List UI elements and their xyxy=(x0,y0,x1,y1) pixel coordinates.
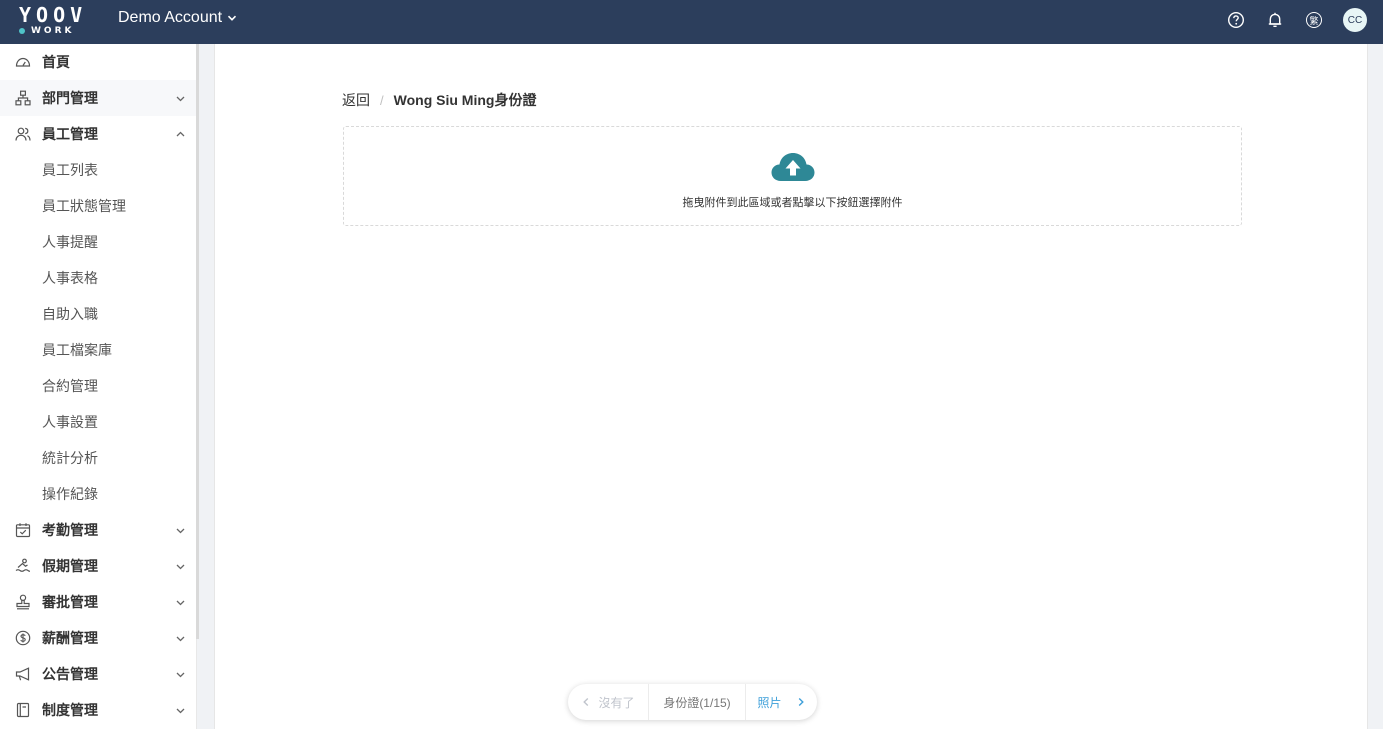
page-title: Wong Siu Ming身份證 xyxy=(393,92,537,108)
sidebar-subitem-hr-reminder[interactable]: 人事提醒 xyxy=(0,224,196,260)
org-chart-icon xyxy=(15,90,31,106)
language-button[interactable]: 繁 xyxy=(1304,10,1324,30)
upload-hint: 拖曳附件到此區域或者點擊以下按鈕選擇附件 xyxy=(682,197,903,209)
sidebar-subitem-contracts[interactable]: 合約管理 xyxy=(0,368,196,404)
dollar-circle-icon xyxy=(15,630,31,646)
next-label: 照片 xyxy=(757,695,782,710)
stamp-icon xyxy=(15,594,31,610)
sidebar-item-payroll[interactable]: 薪酬管理 xyxy=(0,620,196,656)
chevron-down-icon xyxy=(176,564,185,570)
dashboard-icon xyxy=(15,54,31,70)
pager-current: 身份證(1/15) xyxy=(649,684,746,720)
breadcrumb-separator: / xyxy=(380,92,384,108)
sidebar: 首頁 部門管理 員工管理 員工列表 員工狀態管理 人事提醒 人事表格 自助入職 … xyxy=(0,44,197,729)
help-button[interactable] xyxy=(1226,10,1246,30)
sidebar-subitem-label: 人事提醒 xyxy=(42,234,98,250)
avatar[interactable]: CC xyxy=(1343,8,1367,32)
notification-button[interactable] xyxy=(1265,10,1285,30)
logo-dot xyxy=(19,28,25,34)
sidebar-item-label: 部門管理 xyxy=(42,90,98,106)
account-name: Demo Account xyxy=(118,9,223,26)
sidebar-subitem-label: 人事設置 xyxy=(42,414,98,430)
upload-dropzone[interactable]: 拖曳附件到此區域或者點擊以下按鈕選擇附件 xyxy=(343,126,1242,226)
prev-button[interactable]: 沒有了 xyxy=(568,684,649,720)
sidebar-subitem-self-onboarding[interactable]: 自助入職 xyxy=(0,296,196,332)
calendar-check-icon xyxy=(15,522,31,538)
chevron-down-icon xyxy=(176,528,185,534)
top-icons: 繁 CC xyxy=(1207,8,1367,32)
sidebar-item-leave[interactable]: 假期管理 xyxy=(0,548,196,584)
sidebar-item-notice[interactable]: 公告管理 xyxy=(0,656,196,692)
sidebar-item-attendance[interactable]: 考勤管理 xyxy=(0,512,196,548)
sidebar-item-label: 員工管理 xyxy=(42,126,98,142)
logo-bottom-text: WORK xyxy=(31,26,75,36)
chevron-down-icon xyxy=(176,708,185,714)
sidebar-subitem-label: 自助入職 xyxy=(42,306,98,322)
chevron-left-icon xyxy=(583,697,589,707)
sidebar-subitem-label: 操作紀錄 xyxy=(42,486,98,502)
main-content: 返回 / Wong Siu Ming身份證 拖曳附件到此區域或者點擊以下按鈕選擇… xyxy=(214,44,1368,729)
sidebar-item-label: 考勤管理 xyxy=(42,522,98,538)
language-icon: 繁 xyxy=(1306,12,1322,28)
chevron-down-icon xyxy=(176,672,185,678)
sidebar-subitem-label: 員工檔案庫 xyxy=(42,342,112,358)
account-switcher[interactable]: Demo Account xyxy=(118,9,237,27)
sidebar-subitem-staff-archive[interactable]: 員工檔案庫 xyxy=(0,332,196,368)
bell-icon xyxy=(1268,12,1282,27)
chevron-right-icon xyxy=(798,697,804,707)
document-pager: 沒有了 身份證(1/15) 照片 xyxy=(568,684,817,720)
sidebar-subitem-operation-log[interactable]: 操作紀錄 xyxy=(0,476,196,512)
users-icon xyxy=(15,126,31,142)
sidebar-subitem-staff-status[interactable]: 員工狀態管理 xyxy=(0,188,196,224)
yoov-work-logo[interactable]: YOOV WORK xyxy=(19,5,83,37)
sidebar-subitem-label: 員工列表 xyxy=(42,162,98,178)
sidebar-item-label: 審批管理 xyxy=(42,594,98,610)
chevron-down-icon xyxy=(227,15,237,21)
sidebar-scrollbar[interactable] xyxy=(196,44,199,639)
chevron-down-icon xyxy=(176,96,185,102)
sidebar-item-home[interactable]: 首頁 xyxy=(0,44,196,80)
next-button[interactable]: 照片 xyxy=(746,684,817,720)
top-bar: YOOV WORK Demo Account 繁 CC xyxy=(0,0,1383,44)
sidebar-subitem-analytics[interactable]: 統計分析 xyxy=(0,440,196,476)
chevron-up-icon xyxy=(176,131,185,137)
chevron-down-icon xyxy=(176,600,185,606)
sidebar-item-policy[interactable]: 制度管理 xyxy=(0,692,196,728)
sidebar-subitem-hr-forms[interactable]: 人事表格 xyxy=(0,260,196,296)
chevron-down-icon xyxy=(176,636,185,642)
prev-label: 沒有了 xyxy=(598,695,635,710)
sidebar-subitem-label: 合約管理 xyxy=(42,378,98,394)
megaphone-icon xyxy=(15,666,31,682)
sidebar-item-label: 制度管理 xyxy=(42,702,98,718)
breadcrumb: 返回 / Wong Siu Ming身份證 xyxy=(342,90,536,110)
cloud-upload-icon xyxy=(771,153,815,181)
sidebar-item-label: 假期管理 xyxy=(42,558,98,574)
sidebar-item-dept[interactable]: 部門管理 xyxy=(0,80,196,116)
book-icon xyxy=(15,702,31,718)
sidebar-item-label: 首頁 xyxy=(42,54,70,70)
sidebar-item-label: 薪酬管理 xyxy=(42,630,98,646)
sidebar-item-staff[interactable]: 員工管理 xyxy=(0,116,196,152)
vacation-icon xyxy=(15,558,31,574)
back-link[interactable]: 返回 xyxy=(342,90,370,110)
logo-top-text: YOOV xyxy=(19,3,88,27)
sidebar-subitem-label: 員工狀態管理 xyxy=(42,198,126,214)
sidebar-subitem-hr-settings[interactable]: 人事設置 xyxy=(0,404,196,440)
sidebar-item-label: 公告管理 xyxy=(42,666,98,682)
sidebar-subitem-staff-list[interactable]: 員工列表 xyxy=(0,152,196,188)
sidebar-subitem-label: 統計分析 xyxy=(42,450,98,466)
sidebar-item-approval[interactable]: 審批管理 xyxy=(0,584,196,620)
sidebar-subitem-label: 人事表格 xyxy=(42,270,98,286)
help-icon xyxy=(1227,11,1245,29)
